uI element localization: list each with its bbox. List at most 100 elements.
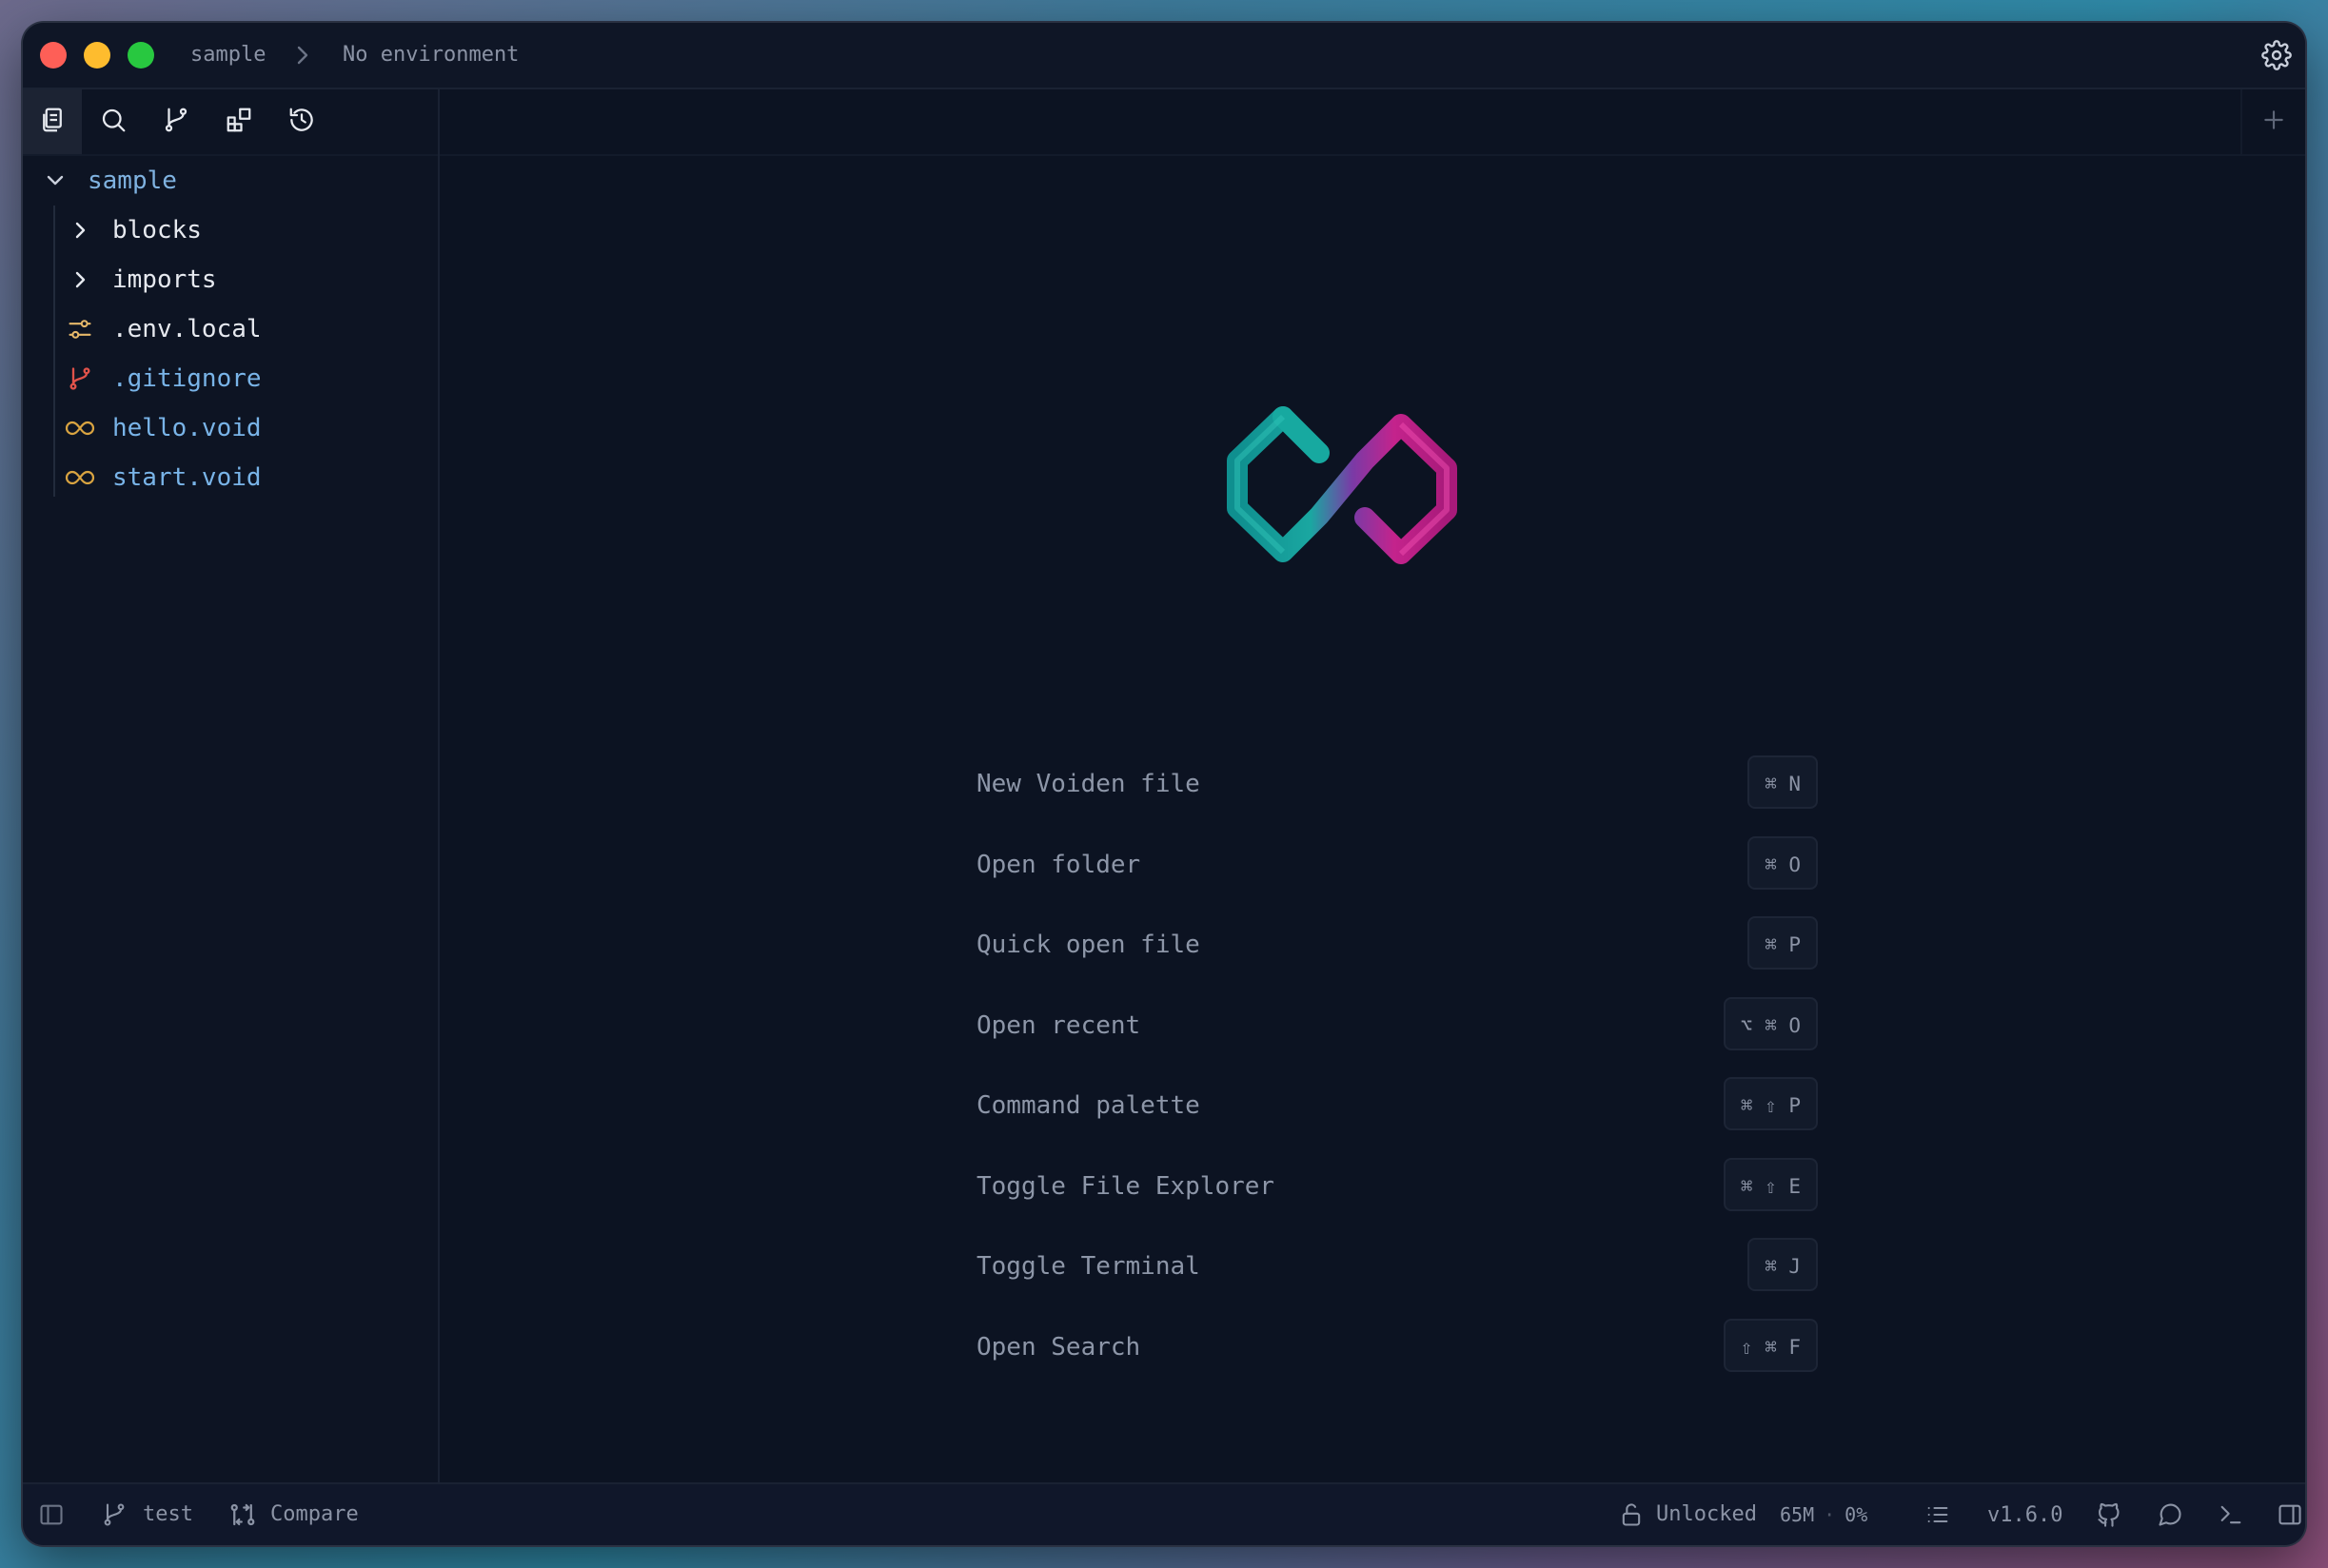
lock-state-label: Unlocked [1656, 1502, 1757, 1526]
toggle-sidebar-button[interactable] [38, 1484, 65, 1545]
history-tab-button[interactable] [272, 89, 331, 154]
maximize-window-button[interactable] [128, 42, 154, 69]
voiden-logo [1220, 403, 1464, 578]
github-button[interactable] [2096, 1484, 2122, 1545]
command-label: Toggle Terminal [977, 1252, 1200, 1281]
status-bar: test Compare Unlocked 65M · 0% v1.6.0 [23, 1482, 2305, 1545]
list-icon [1924, 1501, 1951, 1528]
tree-root-folder[interactable]: sample [23, 156, 438, 206]
git-branch-status[interactable]: test [101, 1484, 193, 1545]
github-icon [2096, 1501, 2122, 1528]
tree-folder-label: blocks [112, 216, 202, 245]
tree-folder-blocks[interactable]: blocks [23, 206, 438, 255]
cpu-usage: 0% [1845, 1503, 1868, 1526]
chevron-right-icon [293, 44, 312, 70]
shortcut-badge: ⇧ ⌘ F [1723, 1318, 1818, 1372]
plus-icon [2261, 108, 2286, 136]
unlock-icon [1618, 1501, 1645, 1528]
shortcut-badge: ⌥ ⌘ O [1723, 996, 1818, 1050]
chevron-right-icon [69, 268, 91, 291]
lock-status[interactable]: Unlocked [1618, 1484, 1757, 1545]
app-window: sample No environment sample blocks impo… [23, 23, 2305, 1545]
shortcut-badge: ⌘ J [1747, 1238, 1818, 1291]
shortcut-badge: ⌘ P [1747, 916, 1818, 970]
terminal-button[interactable] [2218, 1484, 2244, 1545]
version-label[interactable]: v1.6.0 [1987, 1484, 2062, 1545]
new-tab-button[interactable] [2240, 89, 2305, 154]
tree-folder-label: imports [112, 265, 217, 294]
usage-separator: · [1824, 1503, 1836, 1526]
welcome-commands: New Voiden file ⌘ N Open folder ⌘ O Quic… [977, 755, 1818, 1399]
command-new-file[interactable]: New Voiden file ⌘ N [977, 755, 1818, 836]
sidebar-panel-icon [38, 1501, 65, 1528]
compare-button[interactable]: Compare [228, 1484, 359, 1545]
git-tab-button[interactable] [147, 89, 206, 154]
tree-file-gitignore[interactable]: .gitignore [23, 354, 438, 403]
infinity-icon [65, 417, 95, 440]
toggle-right-panel-button[interactable] [2277, 1484, 2303, 1545]
shortcut-badge: ⌘ ⇧ P [1723, 1077, 1818, 1130]
chevron-right-icon [69, 219, 91, 242]
command-label: Open folder [977, 850, 1141, 879]
tree-file-hello-void[interactable]: hello.void [23, 403, 438, 453]
extensions-icon [225, 106, 253, 138]
command-label: Quick open file [977, 931, 1200, 959]
sidebar-toolbar [23, 89, 438, 156]
minimize-window-button[interactable] [84, 42, 110, 69]
shortcut-badge: ⌘ ⇧ E [1723, 1157, 1818, 1211]
files-tab-button[interactable] [23, 89, 82, 154]
extensions-tab-button[interactable] [209, 89, 268, 154]
file-tree: sample blocks imports .env.local .gitign… [23, 156, 438, 502]
search-tab-button[interactable] [84, 89, 143, 154]
shortcut-badge: ⌘ N [1747, 755, 1818, 809]
search-icon [99, 106, 128, 138]
chevron-down-icon [44, 169, 67, 192]
command-palette[interactable]: Command palette ⌘ ⇧ P [977, 1077, 1818, 1158]
command-open-search[interactable]: Open Search ⇧ ⌘ F [977, 1318, 1818, 1400]
infinity-icon [65, 466, 95, 489]
terminal-icon [2218, 1501, 2244, 1528]
settings-gear-icon[interactable] [2261, 40, 2292, 74]
command-open-recent[interactable]: Open recent ⌥ ⌘ O [977, 996, 1818, 1078]
compare-label: Compare [270, 1502, 359, 1526]
env-settings-icon [67, 316, 93, 343]
history-icon [287, 106, 316, 138]
close-window-button[interactable] [40, 42, 67, 69]
command-toggle-terminal[interactable]: Toggle Terminal ⌘ J [977, 1238, 1818, 1319]
git-branch-icon [162, 106, 190, 138]
editor-area: New Voiden file ⌘ N Open folder ⌘ O Quic… [440, 89, 2305, 1484]
command-quick-open[interactable]: Quick open file ⌘ P [977, 916, 1818, 997]
tree-folder-imports[interactable]: imports [23, 255, 438, 304]
tree-file-label: .env.local [112, 315, 262, 343]
command-open-folder[interactable]: Open folder ⌘ O [977, 835, 1818, 917]
outline-button[interactable] [1924, 1484, 1951, 1545]
tree-root-label: sample [88, 167, 177, 195]
breadcrumb-project[interactable]: sample [190, 42, 266, 69]
command-toggle-explorer[interactable]: Toggle File Explorer ⌘ ⇧ E [977, 1157, 1818, 1239]
right-panel-icon [2277, 1501, 2303, 1528]
chat-bubble-icon [2157, 1501, 2183, 1528]
git-branch-icon [67, 365, 93, 392]
command-label: Open recent [977, 1010, 1141, 1040]
tree-file-env-local[interactable]: .env.local [23, 304, 438, 354]
command-label: Open Search [977, 1332, 1141, 1362]
tree-file-label: .gitignore [112, 364, 262, 393]
file-explorer-sidebar: sample blocks imports .env.local .gitign… [23, 89, 440, 1484]
branch-name: test [143, 1502, 193, 1526]
tree-file-start-void[interactable]: start.void [23, 453, 438, 502]
feedback-button[interactable] [2157, 1484, 2183, 1545]
command-label: Command palette [977, 1091, 1200, 1120]
title-bar: sample No environment [23, 23, 2305, 89]
command-label: New Voiden file [977, 770, 1200, 798]
git-branch-icon [101, 1501, 128, 1528]
tree-file-label: hello.void [112, 414, 262, 442]
tree-file-label: start.void [112, 463, 262, 492]
files-icon [38, 106, 67, 138]
tab-bar [440, 89, 2305, 156]
breadcrumb-environment[interactable]: No environment [343, 42, 519, 69]
resource-usage: 65M · 0% [1780, 1484, 1867, 1545]
memory-usage: 65M [1780, 1503, 1815, 1526]
shortcut-badge: ⌘ O [1747, 835, 1818, 890]
git-compare-icon [228, 1500, 257, 1529]
command-label: Toggle File Explorer [977, 1171, 1275, 1201]
